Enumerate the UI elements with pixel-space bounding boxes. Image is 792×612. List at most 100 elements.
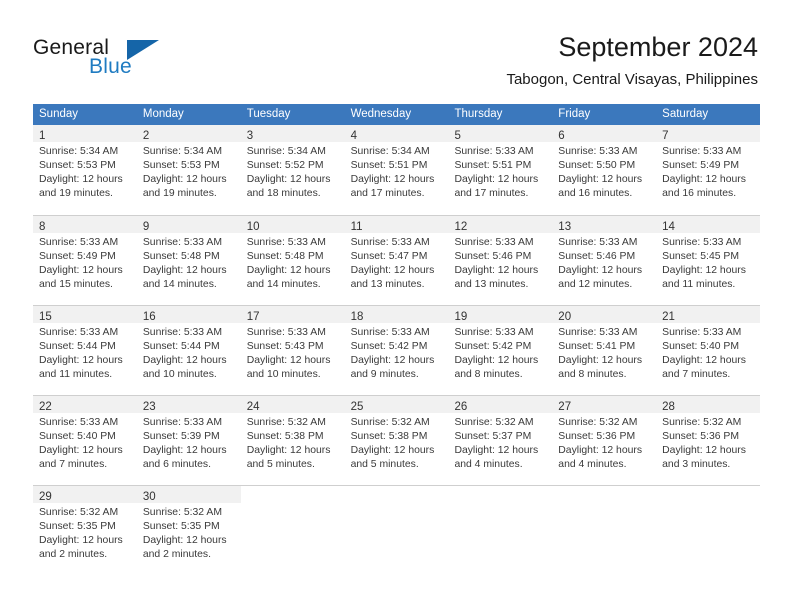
weekday-header-wednesday: Wednesday [350, 108, 412, 120]
day-cell[interactable]: 23 Sunrise: 5:33 AM Sunset: 5:39 PM Dayl… [136, 395, 241, 484]
daylight-text-line2: and 15 minutes. [39, 279, 113, 290]
day-cell[interactable]: 12 Sunrise: 5:33 AM Sunset: 5:46 PM Dayl… [448, 215, 553, 304]
day-cell[interactable]: 11 Sunrise: 5:33 AM Sunset: 5:47 PM Dayl… [344, 215, 449, 304]
day-number-band: 10 [240, 216, 345, 233]
sunrise-text: Sunrise: 5:33 AM [454, 237, 534, 248]
day-cell[interactable]: 21 Sunrise: 5:33 AM Sunset: 5:40 PM Dayl… [656, 305, 761, 394]
sunset-text: Sunset: 5:39 PM [142, 431, 220, 442]
day-cell[interactable]: 24 Sunrise: 5:32 AM Sunset: 5:38 PM Dayl… [240, 395, 345, 484]
daylight-text-line1: Daylight: 12 hours [662, 265, 746, 276]
day-details: Sunrise: 5:33 AM Sunset: 5:49 PM Dayligh… [656, 142, 760, 201]
daylight-text-line1: Daylight: 12 hours [454, 445, 539, 456]
sunset-text: Sunset: 5:49 PM [39, 251, 116, 262]
day-number-band: 28 [656, 396, 761, 413]
day-cell[interactable]: 20 Sunrise: 5:33 AM Sunset: 5:41 PM Dayl… [552, 305, 657, 394]
day-number: 19 [454, 311, 468, 323]
day-number: 6 [558, 130, 565, 142]
day-cell[interactable]: 5 Sunrise: 5:33 AM Sunset: 5:51 PM Dayli… [448, 125, 553, 214]
day-cell[interactable]: 27 Sunrise: 5:32 AM Sunset: 5:36 PM Dayl… [552, 395, 657, 484]
day-cell[interactable]: 7 Sunrise: 5:33 AM Sunset: 5:49 PM Dayli… [656, 125, 761, 214]
daylight-text-line2: and 19 minutes. [142, 188, 217, 199]
daylight-text-line1: Daylight: 12 hours [142, 535, 227, 546]
day-cell[interactable]: 30 Sunrise: 5:32 AM Sunset: 5:35 PM Dayl… [136, 485, 241, 574]
day-cell[interactable]: 28 Sunrise: 5:32 AM Sunset: 5:36 PM Dayl… [656, 395, 761, 484]
day-details: Sunrise: 5:33 AM Sunset: 5:48 PM Dayligh… [137, 233, 241, 292]
daylight-text-line2: and 9 minutes. [350, 369, 419, 380]
day-cell[interactable]: 26 Sunrise: 5:32 AM Sunset: 5:37 PM Dayl… [448, 395, 553, 484]
daylight-text-line2: and 14 minutes. [142, 279, 217, 290]
day-cell[interactable]: 17 Sunrise: 5:33 AM Sunset: 5:43 PM Dayl… [240, 305, 345, 394]
daylight-text-line2: and 5 minutes. [246, 459, 315, 470]
day-number-band: 24 [240, 396, 345, 413]
daylight-text-line2: and 19 minutes. [39, 188, 113, 199]
general-blue-logo[interactable]: General Blue [33, 36, 213, 82]
day-details: Sunrise: 5:33 AM Sunset: 5:42 PM Dayligh… [345, 323, 449, 382]
day-cell[interactable]: 14 Sunrise: 5:33 AM Sunset: 5:45 PM Dayl… [656, 215, 761, 304]
daylight-text-line1: Daylight: 12 hours [558, 174, 643, 185]
day-details: Sunrise: 5:32 AM Sunset: 5:36 PM Dayligh… [656, 413, 760, 472]
daylight-text-line1: Daylight: 12 hours [454, 355, 539, 366]
sunrise-text: Sunrise: 5:33 AM [39, 417, 119, 428]
day-cell[interactable]: 8 Sunrise: 5:33 AM Sunset: 5:49 PM Dayli… [33, 215, 137, 304]
sunrise-text: Sunrise: 5:33 AM [454, 327, 534, 338]
day-number: 29 [39, 491, 52, 503]
day-cell[interactable]: 22 Sunrise: 5:33 AM Sunset: 5:40 PM Dayl… [33, 395, 137, 484]
day-cell[interactable]: 16 Sunrise: 5:33 AM Sunset: 5:44 PM Dayl… [136, 305, 241, 394]
sunset-text: Sunset: 5:53 PM [142, 160, 220, 171]
daylight-text-line1: Daylight: 12 hours [39, 355, 123, 366]
sunset-text: Sunset: 5:40 PM [662, 341, 739, 352]
day-cell-empty [656, 485, 761, 574]
day-number: 27 [558, 401, 572, 413]
daylight-text-line2: and 2 minutes. [39, 549, 108, 560]
daylight-text-line1: Daylight: 12 hours [350, 174, 435, 185]
daylight-text-line1: Daylight: 12 hours [142, 355, 227, 366]
day-details: Sunrise: 5:33 AM Sunset: 5:47 PM Dayligh… [345, 233, 449, 292]
daylight-text-line2: and 17 minutes. [350, 188, 425, 199]
day-cell[interactable]: 29 Sunrise: 5:32 AM Sunset: 5:35 PM Dayl… [33, 485, 137, 574]
daylight-text-line2: and 16 minutes. [558, 188, 633, 199]
daylight-text-line1: Daylight: 12 hours [142, 445, 227, 456]
day-number: 14 [662, 221, 675, 233]
daylight-text-line2: and 13 minutes. [350, 279, 425, 290]
day-cell[interactable]: 19 Sunrise: 5:33 AM Sunset: 5:42 PM Dayl… [448, 305, 553, 394]
weekday-header-sunday: Sunday [39, 108, 79, 120]
day-cell[interactable]: 13 Sunrise: 5:33 AM Sunset: 5:46 PM Dayl… [552, 215, 657, 304]
day-cell[interactable]: 15 Sunrise: 5:33 AM Sunset: 5:44 PM Dayl… [33, 305, 137, 394]
day-cell[interactable]: 10 Sunrise: 5:33 AM Sunset: 5:48 PM Dayl… [240, 215, 345, 304]
daylight-text-line2: and 17 minutes. [454, 188, 529, 199]
day-cell[interactable]: 4 Sunrise: 5:34 AM Sunset: 5:51 PM Dayli… [344, 125, 449, 214]
day-details: Sunrise: 5:33 AM Sunset: 5:39 PM Dayligh… [137, 413, 241, 472]
day-cell-empty [552, 485, 657, 574]
day-number: 5 [454, 130, 461, 142]
daylight-text-line1: Daylight: 12 hours [246, 445, 331, 456]
sunset-text: Sunset: 5:38 PM [350, 431, 428, 442]
day-details: Sunrise: 5:32 AM Sunset: 5:38 PM Dayligh… [345, 413, 449, 472]
day-number: 10 [246, 221, 260, 233]
day-cell[interactable]: 3 Sunrise: 5:34 AM Sunset: 5:52 PM Dayli… [240, 125, 345, 214]
day-number: 8 [39, 221, 46, 233]
day-cell[interactable]: 6 Sunrise: 5:33 AM Sunset: 5:50 PM Dayli… [552, 125, 657, 214]
daylight-text-line2: and 3 minutes. [662, 459, 731, 470]
day-cell[interactable]: 25 Sunrise: 5:32 AM Sunset: 5:38 PM Dayl… [344, 395, 449, 484]
sunset-text: Sunset: 5:42 PM [350, 341, 428, 352]
daylight-text-line1: Daylight: 12 hours [246, 355, 331, 366]
sunrise-text: Sunrise: 5:33 AM [350, 237, 430, 248]
day-details: Sunrise: 5:33 AM Sunset: 5:44 PM Dayligh… [137, 323, 241, 382]
day-number-band: 19 [448, 306, 553, 323]
day-number: 9 [142, 221, 150, 233]
day-cell[interactable]: 1 Sunrise: 5:34 AM Sunset: 5:53 PM Dayli… [33, 125, 137, 214]
daylight-text-line2: and 14 minutes. [246, 279, 321, 290]
day-cell[interactable]: 18 Sunrise: 5:33 AM Sunset: 5:42 PM Dayl… [344, 305, 449, 394]
day-cell[interactable]: 2 Sunrise: 5:34 AM Sunset: 5:53 PM Dayli… [136, 125, 241, 214]
weekday-header-monday: Monday [142, 108, 184, 120]
day-details: Sunrise: 5:33 AM Sunset: 5:44 PM Dayligh… [33, 323, 137, 382]
daylight-text-line2: and 5 minutes. [350, 459, 419, 470]
sunrise-text: Sunrise: 5:33 AM [246, 237, 326, 248]
daylight-text-line2: and 13 minutes. [454, 279, 529, 290]
sunrise-text: Sunrise: 5:33 AM [142, 237, 222, 248]
daylight-text-line1: Daylight: 12 hours [558, 355, 643, 366]
weekday-header-saturday: Saturday [662, 108, 709, 120]
day-number-band: 13 [552, 216, 657, 233]
day-number: 24 [246, 401, 260, 413]
day-cell[interactable]: 9 Sunrise: 5:33 AM Sunset: 5:48 PM Dayli… [136, 215, 241, 304]
